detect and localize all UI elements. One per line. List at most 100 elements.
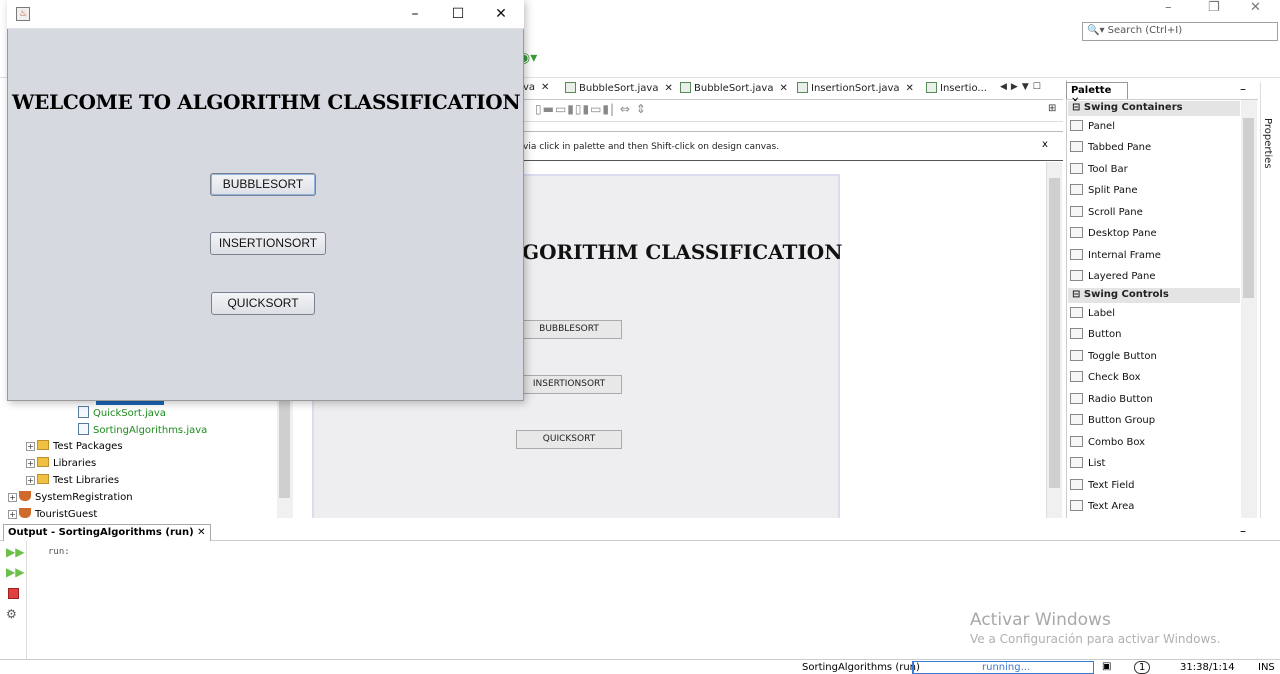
palette-item-label: List [1088,458,1106,469]
insertionsort-button[interactable]: INSERTIONSORT [210,232,326,255]
search-placeholder: Search (Ctrl+I) [1107,25,1183,36]
editor-tab-label: Insertio... [940,83,987,94]
palette-item[interactable]: Layered Pane [1070,270,1156,282]
palette-item[interactable]: Internal Frame [1070,249,1161,261]
button-group-icon [1070,414,1083,425]
scrollbar-thumb[interactable] [1049,178,1060,488]
status-progress[interactable]: running... [912,661,1094,674]
window-close-button[interactable]: ✕ [490,4,512,24]
output-tab-label: Output - SortingAlgorithms (run) [8,527,194,538]
close-icon[interactable]: ✕ [197,527,205,538]
tabbed-pane-icon [1070,141,1083,152]
java-app-icon: ♨ [16,7,30,21]
editor-tab[interactable]: Insertio... [926,82,987,98]
palette-item[interactable]: Button [1070,328,1122,340]
output-tab[interactable]: Output - SortingAlgorithms (run) ✕ [3,524,211,541]
palette-item[interactable]: Text Field [1070,479,1134,491]
output-scrollbar[interactable] [1242,541,1258,659]
ide-minimize-button[interactable]: – [1165,0,1172,15]
notifications-badge[interactable]: 1 [1134,661,1151,674]
radio-button-icon [1070,393,1083,404]
minimize-icon[interactable]: – [1240,524,1246,538]
expand-icon[interactable]: + [26,459,35,468]
palette-item[interactable]: Desktop Pane [1070,227,1157,239]
palette-item[interactable]: Label [1070,307,1115,319]
scrollbar-thumb[interactable] [1243,118,1254,298]
expand-icon[interactable]: + [26,442,35,451]
close-icon[interactable]: ✕ [664,83,672,94]
canvas-bubblesort-button[interactable]: BUBBLESORT [516,320,622,339]
palette-category[interactable]: ⊟ Swing Controls [1068,288,1240,303]
welcome-heading: WELCOME TO ALGORITHM CLASSIFICATION [12,90,521,114]
palette-item-label: Button Group [1088,415,1156,426]
tree-item[interactable]: + Test Packages [26,440,123,452]
canvas-insertionsort-button[interactable]: INSERTIONSORT [516,375,622,394]
library-icon [37,474,49,484]
tab-navigation[interactable]: ◀▶▼☐ [1000,82,1045,92]
ide-close-button[interactable]: ✕ [1250,0,1261,15]
palette-item[interactable]: Radio Button [1070,393,1153,405]
ide-restore-button[interactable]: ❐ [1208,0,1220,15]
tree-item[interactable]: + SystemRegistration [8,491,133,503]
editor-tab-label: va [523,82,536,93]
settings-icon[interactable]: ⚙ [6,607,17,621]
palette-category-label: Swing Controls [1083,289,1169,300]
rerun-icon[interactable]: ▶▶ [6,545,24,559]
expand-icon[interactable]: ⊞ [1048,103,1057,114]
palette-item[interactable]: Tabbed Pane [1070,141,1151,153]
palette-item-label: Combo Box [1088,437,1146,448]
tree-item[interactable]: + Libraries [26,457,96,469]
palette-tab[interactable]: Palette ✕ [1066,82,1128,107]
bubblesort-button[interactable]: BUBBLESORT [210,173,316,196]
palette-item[interactable]: Button Group [1070,414,1155,426]
window-minimize-button[interactable]: – [404,4,426,24]
tree-item-label: TouristGuest [35,509,98,520]
scrollbar-thumb[interactable] [279,398,290,498]
quicksort-button[interactable]: QUICKSORT [211,292,315,315]
palette-item[interactable]: List [1070,457,1105,469]
rerun-with-params-icon[interactable]: ▶▶ [6,565,24,579]
palette-item[interactable]: Toggle Button [1070,350,1157,362]
palette-item[interactable]: Check Box [1070,371,1141,383]
canvas-title-label[interactable]: GORITHM CLASSIFICATION [522,240,843,264]
tree-item[interactable]: QuickSort.java [78,406,166,419]
close-icon[interactable]: ✕ [779,83,787,94]
editor-tab[interactable]: InsertionSort.java ✕ [797,82,914,98]
close-icon[interactable]: ✕ [541,82,549,93]
palette-category[interactable]: ⊟ Swing Containers [1068,101,1240,116]
palette-item[interactable]: Panel [1070,120,1115,132]
palette-item-label: Tool Bar [1088,164,1128,175]
palette-item[interactable]: Scroll Pane [1070,206,1143,218]
editor-tab[interactable]: va ✕ [523,82,549,98]
minimize-icon[interactable]: – [1240,82,1246,96]
editor-tab[interactable]: BubbleSort.java ✕ [680,82,788,98]
palette-item[interactable]: Tool Bar [1070,163,1128,175]
desktop-pane-icon [1070,227,1083,238]
tree-scrollbar[interactable] [277,398,293,518]
stop-icon[interactable] [8,588,19,599]
palette-item-label: Internal Frame [1088,250,1161,261]
ide-search-input[interactable]: 🔍▾ Search (Ctrl+I) [1082,22,1278,41]
palette-item[interactable]: Combo Box [1070,436,1145,448]
editor-scrollbar[interactable] [1046,162,1062,518]
window-maximize-button[interactable]: ☐ [447,4,469,24]
palette-item-label: Radio Button [1088,394,1153,405]
palette-item[interactable]: Text Area [1070,500,1134,512]
expand-icon[interactable]: + [8,510,17,519]
align-tools-icon[interactable]: ▯▬▭▮▯▮▭▮| ⇔ ⇕ [535,102,647,116]
editor-tab[interactable]: BubbleSort.java ✕ [565,82,673,98]
hint-close-button[interactable]: x [1042,139,1048,150]
palette-item[interactable]: Split Pane [1070,184,1138,196]
expand-icon[interactable]: + [26,476,35,485]
expand-icon[interactable]: + [8,493,17,502]
tree-item[interactable]: SortingAlgorithms.java [78,423,207,436]
close-icon[interactable]: ✕ [906,83,914,94]
tree-item[interactable]: + Test Libraries [26,474,119,486]
cursor-position: 31:38/1:14 [1180,662,1235,673]
notifications-icon[interactable]: ▣ [1102,661,1111,672]
palette-scrollbar[interactable] [1241,100,1257,518]
split-pane-icon [1070,184,1083,195]
canvas-quicksort-button[interactable]: QUICKSORT [516,430,622,449]
tree-item[interactable]: + TouristGuest [8,508,97,520]
properties-tab-label[interactable]: Properties [1262,118,1273,169]
